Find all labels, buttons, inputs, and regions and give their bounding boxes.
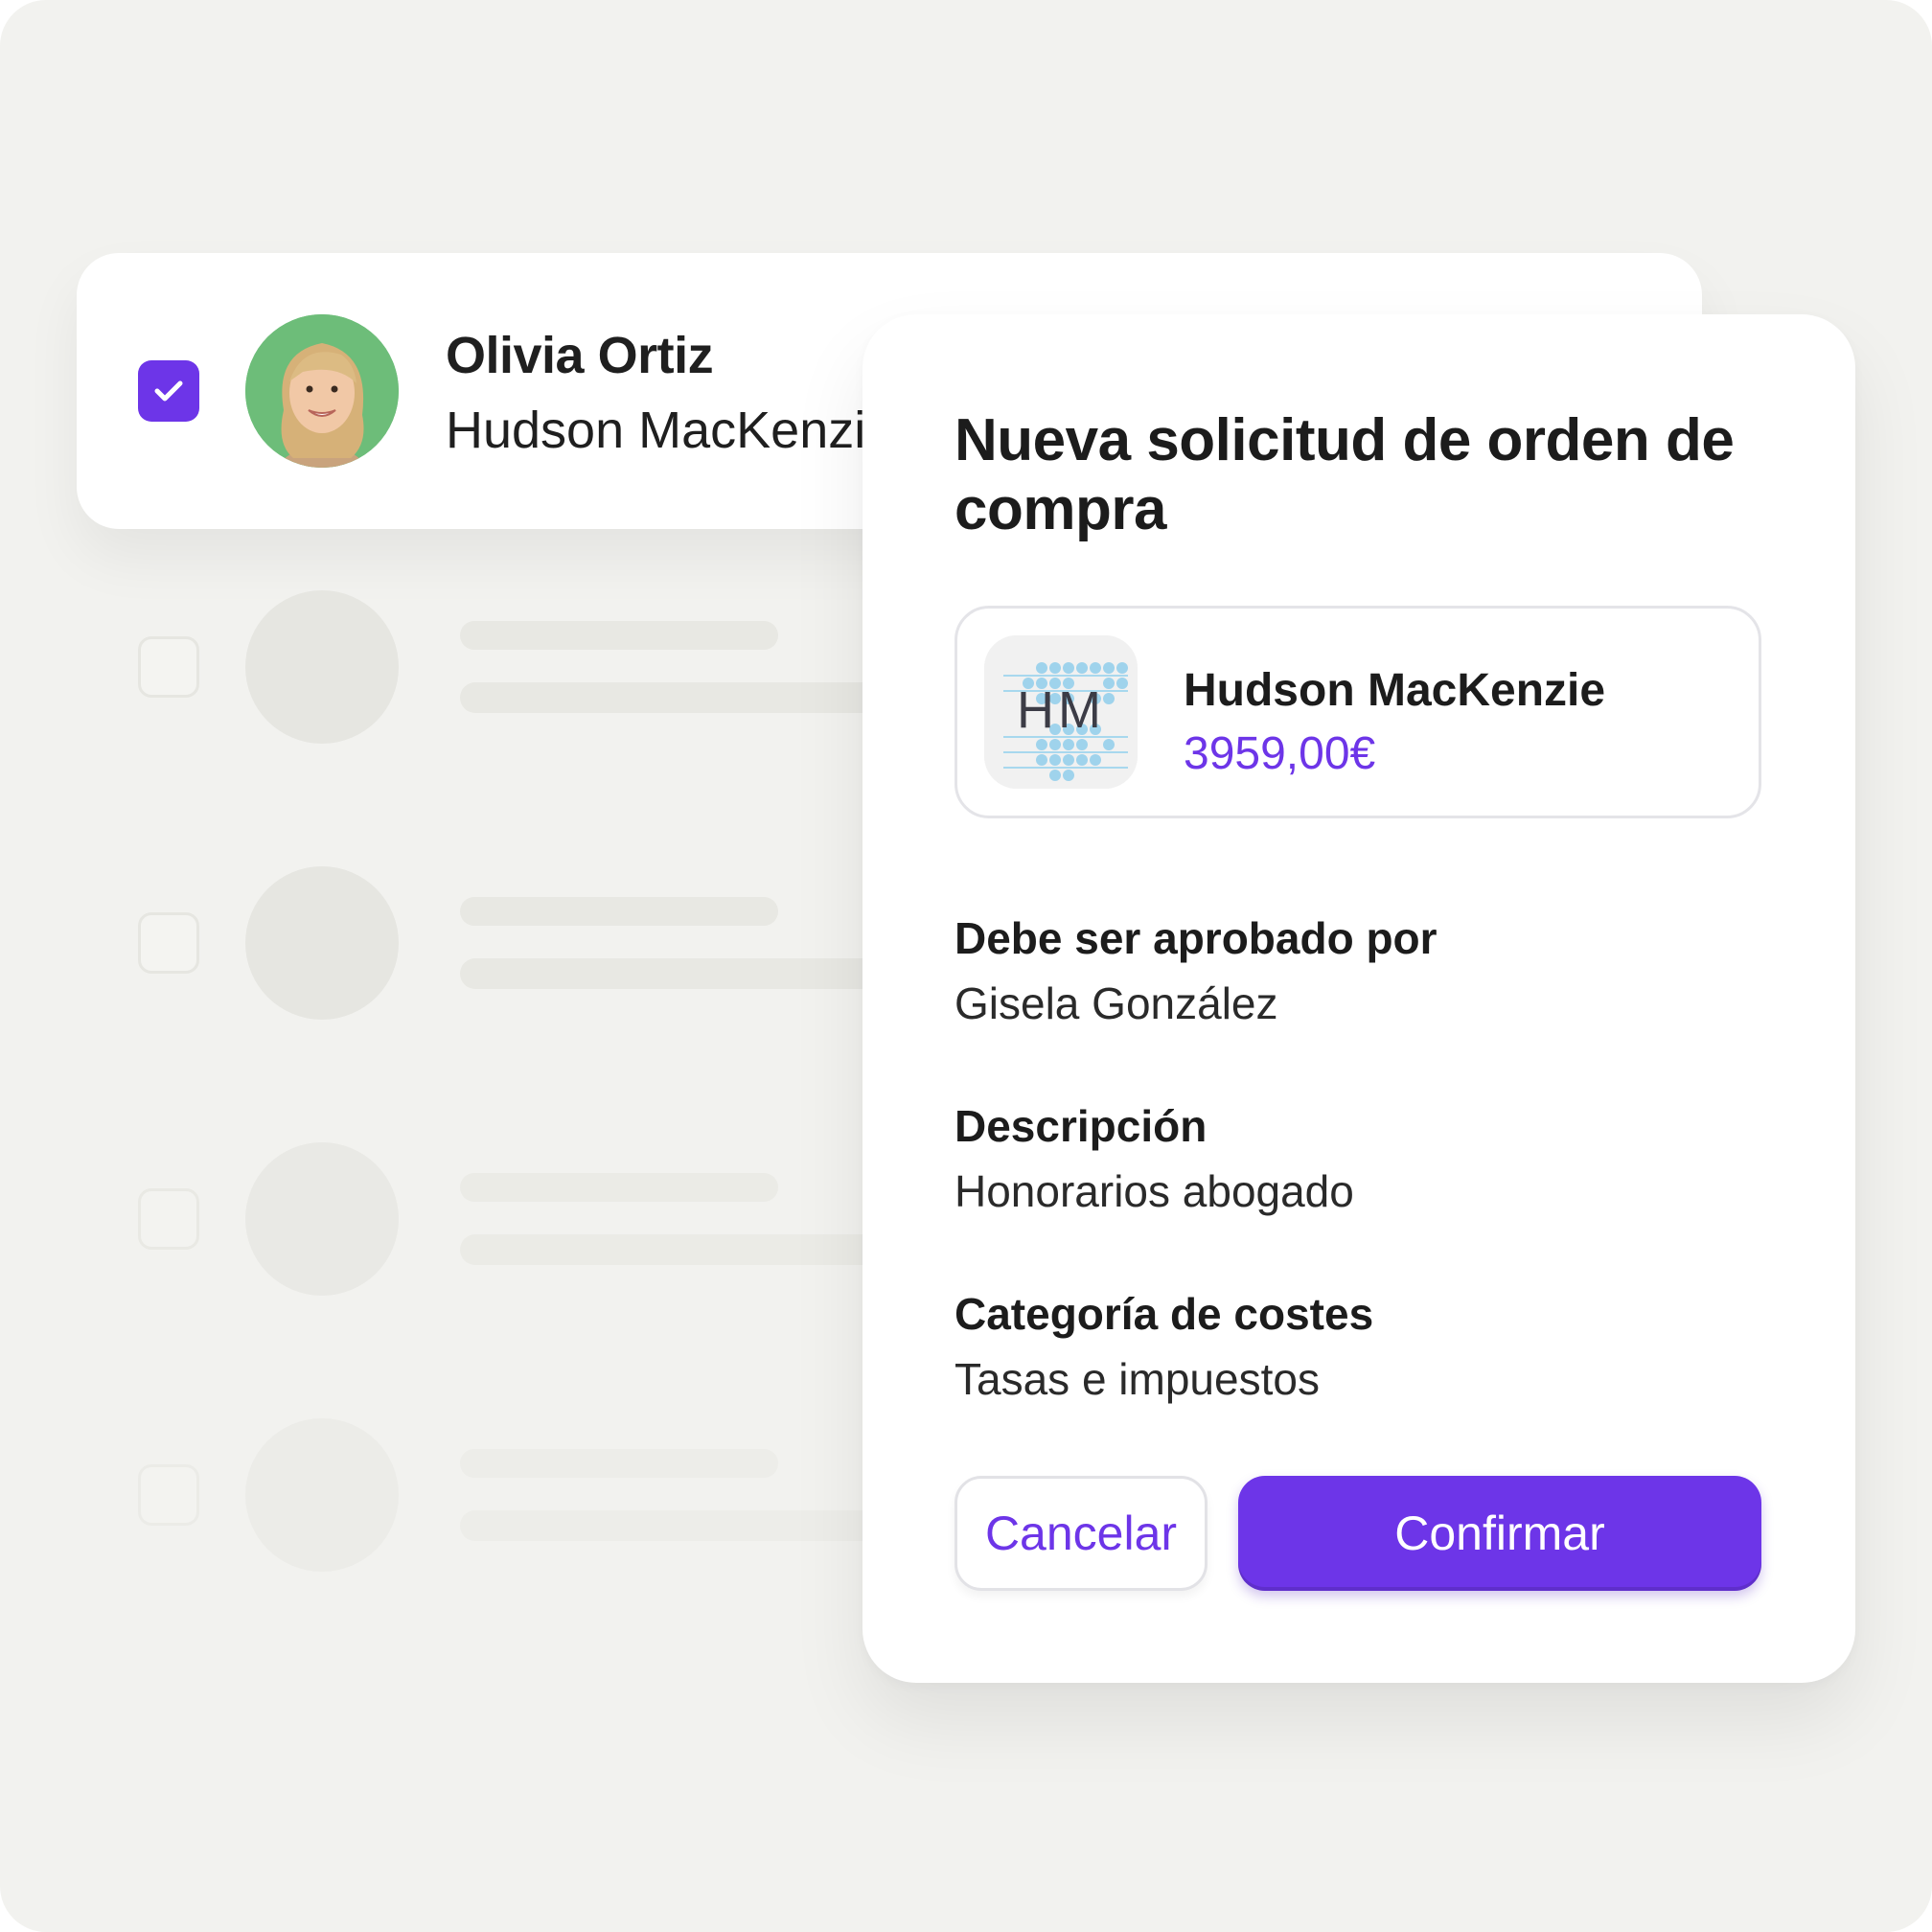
placeholder-avatar — [245, 1418, 399, 1572]
row-checkbox[interactable] — [138, 360, 199, 422]
vendor-card: HM Hudson MacKenzie 3959,00€ — [954, 606, 1761, 818]
cancel-button[interactable]: Cancelar — [954, 1476, 1208, 1591]
placeholder-line — [460, 682, 901, 713]
person-company: Hudson MacKenzie — [446, 402, 867, 459]
placeholder-line — [460, 621, 778, 650]
approver-value: Gisela González — [954, 978, 1278, 1028]
placeholder-checkbox — [138, 1464, 199, 1526]
placeholder-avatar — [245, 866, 399, 1020]
placeholder-line — [460, 897, 778, 926]
placeholder-avatar — [245, 590, 399, 744]
description-value: Honorarios abogado — [954, 1166, 1354, 1216]
placeholder-avatar — [245, 1142, 399, 1296]
vendor-amount: 3959,00€ — [1184, 728, 1376, 779]
vendor-logo-text: HM — [1017, 681, 1105, 739]
placeholder-checkbox — [138, 1188, 199, 1250]
avatar — [245, 314, 399, 468]
placeholder-line — [460, 1173, 778, 1202]
vendor-logo: HM — [984, 635, 1138, 789]
description-label: Descripción — [954, 1101, 1208, 1151]
placeholder-line — [460, 1449, 778, 1478]
cost-category-value: Tasas e impuestos — [954, 1354, 1320, 1404]
person-name: Olivia Ortiz — [446, 327, 714, 384]
cost-category-label: Categoría de costes — [954, 1289, 1374, 1339]
approver-label: Debe ser aprobado por — [954, 913, 1438, 963]
purchase-order-modal: Nueva solicitud de orden de compra HM Hu… — [862, 314, 1855, 1683]
placeholder-line — [460, 958, 901, 989]
placeholder-line — [460, 1510, 901, 1541]
placeholder-checkbox — [138, 636, 199, 698]
check-icon — [154, 380, 183, 402]
vendor-name: Hudson MacKenzie — [1184, 665, 1606, 716]
confirm-button[interactable]: Confirmar — [1238, 1476, 1761, 1591]
placeholder-line — [460, 1234, 901, 1265]
app-canvas: Olivia Ortiz Hudson MacKenzie Nueva soli… — [0, 0, 1932, 1932]
modal-title: Nueva solicitud de orden de compra — [954, 407, 1735, 542]
placeholder-checkbox — [138, 912, 199, 974]
